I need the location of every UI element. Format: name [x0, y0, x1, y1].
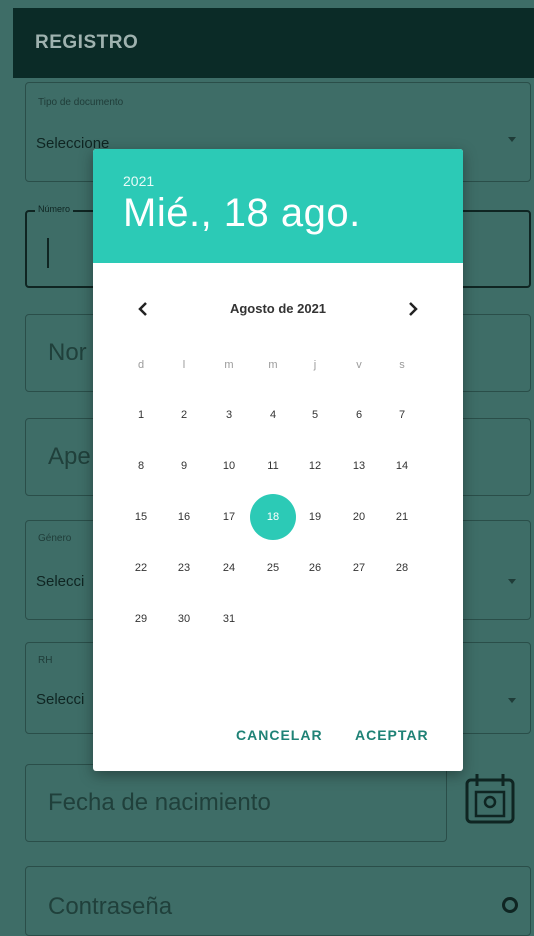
document-number-label: Número	[35, 204, 74, 214]
calendar-day[interactable]: 12	[297, 448, 333, 484]
calendar-day[interactable]: 31	[211, 601, 247, 637]
calendar-icon[interactable]	[463, 770, 517, 826]
selected-year[interactable]: 2021	[123, 173, 154, 189]
rh-label: RH	[38, 655, 53, 666]
next-month-button[interactable]	[401, 297, 425, 321]
chevron-down-icon	[508, 137, 516, 142]
calendar-day[interactable]: 13	[341, 448, 377, 484]
calendar-day[interactable]: 10	[211, 448, 247, 484]
calendar-day[interactable]: 5	[297, 397, 333, 433]
chevron-down-icon	[508, 698, 516, 703]
calendar-day[interactable]: 29	[123, 601, 159, 637]
rh-value: Selecci	[36, 691, 85, 708]
calendar-day[interactable]: 25	[255, 550, 291, 586]
weekday-label: m	[268, 359, 278, 371]
weekday-label: m	[224, 359, 234, 371]
app-title: REGISTRO	[35, 32, 139, 53]
chevron-right-icon	[409, 302, 418, 316]
gender-label: Género	[38, 533, 72, 544]
weekday-label: v	[356, 359, 362, 371]
calendar-day[interactable]: 27	[341, 550, 377, 586]
calendar-day[interactable]: 11	[255, 448, 291, 484]
calendar-day[interactable]: 6	[341, 397, 377, 433]
app-bar: REGISTRO	[13, 8, 534, 78]
document-type-label: Tipo de documento	[38, 97, 124, 108]
calendar-day[interactable]: 26	[297, 550, 333, 586]
calendar-day-selected[interactable]: 18	[250, 494, 296, 540]
password-field[interactable]: Contraseña	[25, 866, 531, 936]
calendar-day[interactable]: 22	[123, 550, 159, 586]
calendar-day[interactable]: 16	[166, 499, 202, 535]
calendar-day[interactable]: 24	[211, 550, 247, 586]
text-cursor	[47, 238, 49, 268]
birthdate-field[interactable]: Fecha de nacimiento	[25, 764, 447, 842]
calendar-day[interactable]: 23	[166, 550, 202, 586]
calendar-day[interactable]: 30	[166, 601, 202, 637]
calendar-day[interactable]: 19	[297, 499, 333, 535]
password-placeholder: Contraseña	[48, 893, 173, 920]
date-picker-header: 2021 Mié., 18 ago.	[93, 149, 463, 263]
calendar-day[interactable]: 17	[211, 499, 247, 535]
weekday-label: j	[313, 359, 317, 371]
surnames-placeholder: Ape	[48, 443, 91, 470]
accept-button[interactable]: ACEPTAR	[355, 727, 429, 743]
date-picker-dialog: 2021 Mié., 18 ago. Agosto de 2021 dlmmjv…	[93, 149, 463, 771]
calendar-day[interactable]: 14	[384, 448, 420, 484]
calendar-day[interactable]: 7	[384, 397, 420, 433]
weekday-label: d	[137, 359, 145, 371]
names-placeholder: Nor	[48, 339, 87, 366]
calendar-day[interactable]: 8	[123, 448, 159, 484]
selected-date: Mié., 18 ago.	[123, 191, 361, 235]
calendar-day[interactable]: 2	[166, 397, 202, 433]
calendar-day[interactable]: 4	[255, 397, 291, 433]
gender-value: Selecci	[36, 573, 85, 590]
birthdate-placeholder: Fecha de nacimiento	[48, 789, 271, 816]
chevron-down-icon	[508, 579, 516, 584]
calendar-day[interactable]: 15	[123, 499, 159, 535]
weekday-label: s	[399, 359, 405, 371]
calendar-day[interactable]: 3	[211, 397, 247, 433]
cancel-button[interactable]: CANCELAR	[236, 727, 323, 743]
calendar-day[interactable]: 1	[123, 397, 159, 433]
weekday-label: l	[182, 359, 186, 371]
calendar-day[interactable]: 9	[166, 448, 202, 484]
calendar-day[interactable]: 28	[384, 550, 420, 586]
calendar-day[interactable]: 20	[341, 499, 377, 535]
calendar-day[interactable]: 21	[384, 499, 420, 535]
